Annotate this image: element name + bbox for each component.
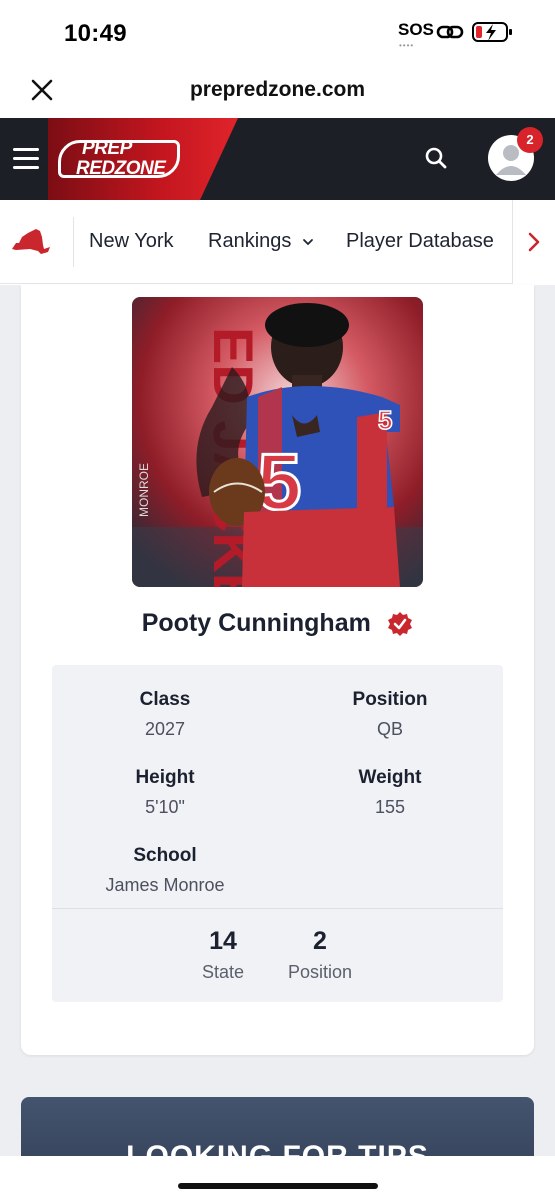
info-value: James Monroe (105, 875, 225, 895)
player-name-row: Pooty Cunningham (21, 609, 534, 638)
info-label: Class (139, 689, 191, 710)
new-york-state-icon[interactable] (10, 227, 52, 257)
player-profile-card: ED JACKETS MONROE 5 5 Pooty Cunningham (21, 285, 534, 1055)
info-value: 155 (374, 797, 406, 817)
nav-bar: New York Rankings Player Database (0, 200, 555, 284)
info-class: Class 2027 (52, 689, 278, 740)
info-school: School James Monroe (52, 845, 278, 896)
nav-item-player-database[interactable]: Player Database (346, 230, 494, 253)
info-label: Position (352, 689, 428, 710)
rank-label: State (201, 962, 245, 982)
chevron-right-icon (528, 232, 540, 252)
site-header: PREP REDZONE (0, 118, 555, 200)
nav-item-new-york[interactable]: New York (89, 230, 174, 253)
sleeve-number: 5 (378, 405, 392, 435)
state-ranking[interactable]: 14 State (168, 927, 278, 983)
battery-charging-icon (472, 22, 512, 42)
status-bar: 10:49 SOS •••• (0, 0, 555, 64)
rank-label: Position (287, 962, 353, 982)
notification-badge: 2 (517, 127, 543, 153)
player-info-box: Class 2027 Position QB Height 5'10" Weig… (52, 665, 503, 1002)
info-value: 5'10" (145, 797, 185, 817)
url-text[interactable]: prepredzone.com (0, 78, 555, 102)
home-indicator[interactable] (178, 1183, 378, 1189)
status-time: 10:49 (64, 20, 127, 47)
info-divider (52, 908, 503, 909)
bottom-safe-area (0, 1156, 555, 1200)
browser-url-bar: prepredzone.com (0, 64, 555, 118)
nav-divider (73, 217, 74, 267)
nav-item-rankings[interactable]: Rankings (208, 230, 291, 253)
photo-school-text: MONROE (137, 463, 151, 517)
info-value: QB (376, 719, 403, 739)
info-label: Weight (358, 767, 422, 788)
hamburger-menu-icon[interactable] (13, 148, 39, 169)
player-photo: ED JACKETS MONROE 5 5 (132, 297, 423, 587)
info-label: School (133, 845, 197, 866)
page-content: ED JACKETS MONROE 5 5 Pooty Cunningham (0, 285, 555, 1200)
info-label: Height (135, 767, 195, 788)
sos-indicator: SOS (398, 20, 434, 39)
player-name: Pooty Cunningham (141, 609, 371, 637)
info-weight: Weight 155 (277, 767, 503, 818)
logo-text-prep: PREP (82, 138, 132, 159)
rank-number: 14 (209, 927, 237, 955)
logo-text-redzone: REDZONE (76, 158, 166, 179)
info-value: 2027 (144, 719, 186, 739)
rank-number: 2 (313, 927, 327, 955)
position-ranking[interactable]: 2 Position (265, 927, 375, 983)
info-position: Position QB (277, 689, 503, 740)
nav-scroll-right-button[interactable] (512, 200, 555, 284)
link-icon (436, 25, 464, 39)
site-logo[interactable]: PREP REDZONE (58, 138, 182, 180)
info-height: Height 5'10" (52, 767, 278, 818)
search-icon[interactable] (424, 146, 448, 170)
chevron-down-icon (303, 239, 313, 246)
signal-dots: •••• (399, 41, 415, 50)
verified-badge-icon (388, 611, 413, 636)
